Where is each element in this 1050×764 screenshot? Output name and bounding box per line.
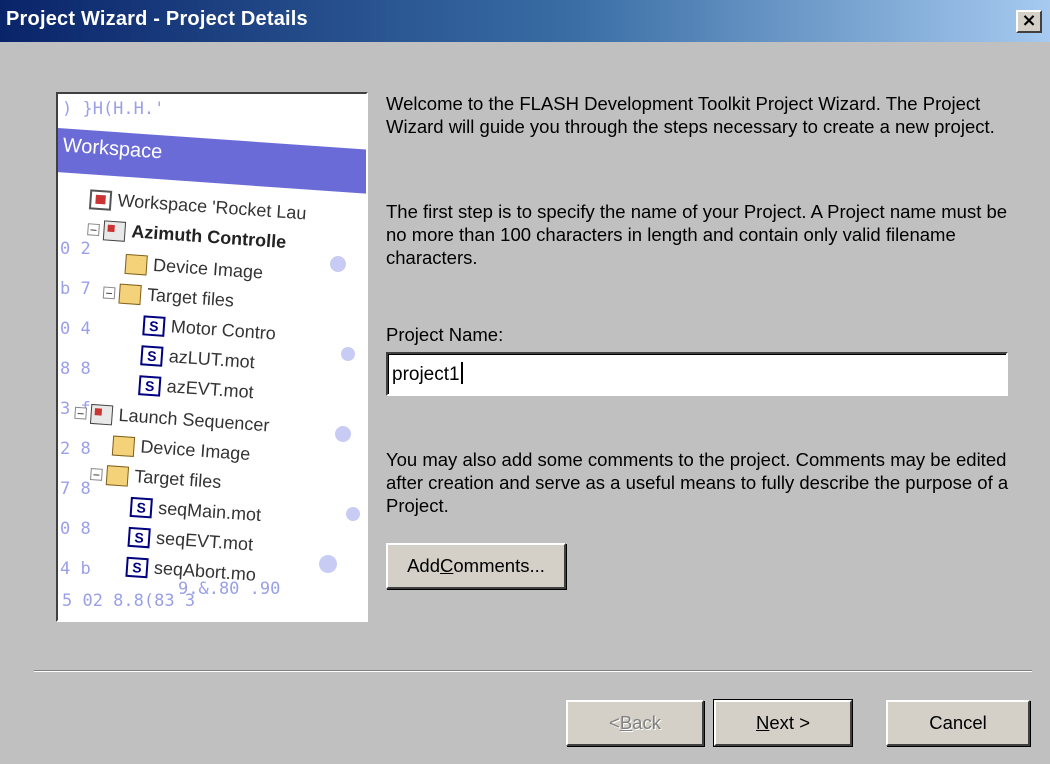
folder-icon <box>111 435 136 457</box>
close-button[interactable]: × <box>1016 10 1042 33</box>
tree-node: SazEVT.mot <box>138 374 254 403</box>
back-mnemonic: B <box>619 712 633 733</box>
back-button[interactable]: < Back <box>566 700 704 746</box>
tree-node: Target files <box>90 463 222 493</box>
cancel-button[interactable]: Cancel <box>886 700 1030 746</box>
folder-icon <box>118 283 142 305</box>
next-button[interactable]: Next > <box>713 699 853 747</box>
close-icon: × <box>1021 10 1037 31</box>
tree-node: S Motor Contro <box>142 314 276 344</box>
first-step-text: The first step is to specify the name of… <box>386 201 1008 268</box>
project-icon <box>102 219 127 242</box>
workspace-icon <box>88 188 113 211</box>
tree-node: SseqMain.mot <box>129 496 262 526</box>
intro-text: Welcome to the FLASH Development Toolkit… <box>386 93 995 137</box>
add-comments-label-pre: Add <box>407 555 441 576</box>
tree-node: SseqAbort.mo <box>125 556 257 586</box>
s-file-icon: S <box>125 556 149 578</box>
s-file-icon: S <box>127 526 151 548</box>
project-name-input[interactable]: project1 <box>386 352 1008 396</box>
comments-text: You may also add some comments to the pr… <box>386 449 1009 516</box>
tree-node: Device Image <box>111 435 251 466</box>
add-comments-mnemonic: C <box>440 555 454 576</box>
wizard-illustration: ) }H(H.H.' 0 2b 70 4 8 83 f2 8 7 80 84 b… <box>56 92 368 622</box>
s-file-icon: S <box>142 314 166 337</box>
tree-node: SazLUT.mot <box>140 344 255 373</box>
next-mnemonic: N <box>756 712 770 733</box>
next-label-post: ext > <box>769 712 810 733</box>
project-name-value: project1 <box>392 364 460 385</box>
add-comments-button[interactable]: Add Comments... <box>386 543 566 589</box>
workspace-tree: Workspace 'Rocket Lau Azimuth Controlle … <box>58 164 366 620</box>
project-icon <box>89 403 114 425</box>
title-bar: Project Wizard - Project Details × <box>0 0 1050 42</box>
s-file-icon: S <box>140 344 164 367</box>
back-label-post: ack <box>632 712 661 733</box>
folder-icon <box>124 253 148 275</box>
project-name-label: Project Name: <box>386 324 504 345</box>
svg-text:) }H(H.H.': ) }H(H.H.' <box>62 99 164 119</box>
collapse-icon <box>90 467 103 481</box>
tree-node: Device Image <box>124 253 264 284</box>
tree-node: Workspace 'Rocket Lau <box>88 188 307 224</box>
add-comments-label-post: omments... <box>453 555 545 576</box>
text-caret <box>460 362 463 384</box>
s-file-icon: S <box>129 496 153 518</box>
back-label-pre: < <box>609 712 620 733</box>
s-file-icon: S <box>138 374 162 397</box>
collapse-icon <box>87 222 100 236</box>
tree-node: Azimuth Controlle <box>87 218 287 253</box>
collapse-icon <box>102 285 116 299</box>
footer-separator <box>34 670 1032 672</box>
tree-node: SseqEVT.mot <box>127 526 254 556</box>
tree-node: Launch Sequencer <box>74 402 270 437</box>
tree-node: Target files <box>102 281 235 311</box>
window-title: Project Wizard - Project Details <box>6 8 308 30</box>
expand-icon <box>74 406 88 420</box>
folder-icon <box>105 464 130 487</box>
